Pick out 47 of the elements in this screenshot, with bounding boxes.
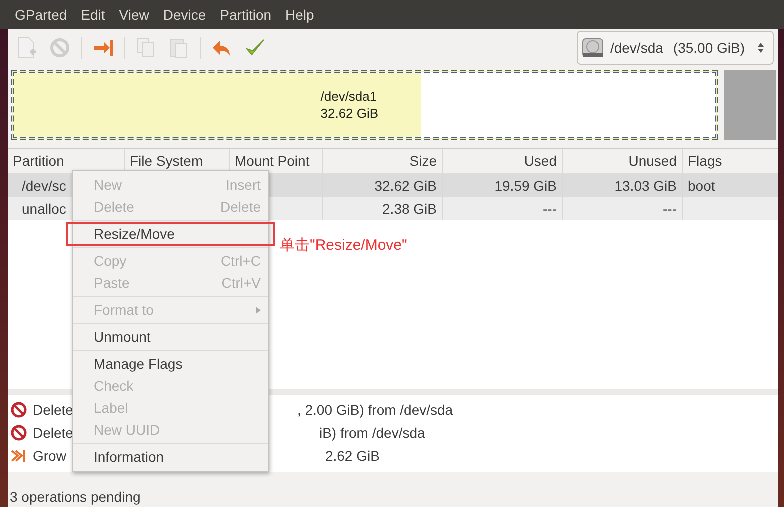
table-cell: 32.62 GiB <box>374 178 437 194</box>
operation-text: Delete <box>33 402 74 418</box>
partition-size: 32.62 GiB <box>320 105 379 122</box>
partition-map[interactable]: /dev/sda1 32.62 GiB <box>11 70 718 140</box>
menu-item[interactable]: Help <box>286 6 314 22</box>
table-cell: --- <box>663 200 677 216</box>
menu-item[interactable]: GParted <box>15 6 68 22</box>
menu-item[interactable]: Information <box>73 446 268 468</box>
copy-icon <box>135 37 157 59</box>
delete-icon <box>49 37 71 59</box>
arrow-to-bar-icon <box>92 37 114 59</box>
menu-item[interactable]: Edit <box>81 6 106 22</box>
operation-text: , 2.00 GiB) from /dev/sda <box>297 402 454 418</box>
table-cell: boot <box>688 178 716 194</box>
menu-item[interactable]: Unmount <box>73 326 268 348</box>
table-cell: 19.59 GiB <box>494 178 557 194</box>
partition-name: /dev/sda1 <box>320 88 378 105</box>
submenu-arrow-icon <box>256 306 261 314</box>
unallocated-block[interactable] <box>724 70 776 140</box>
menu-item[interactable]: Resize/Move <box>67 223 274 245</box>
menu-item[interactable]: Device <box>163 6 206 22</box>
spinner-arrows-icon <box>757 42 765 54</box>
column-header[interactable]: Used <box>443 149 563 173</box>
device-selector[interactable]: /dev/sda (35.00 GiB) <box>577 31 774 65</box>
table-cell: 2.38 GiB <box>382 200 437 216</box>
arrow-to-bar-icon <box>11 448 27 464</box>
operation-text: iB) from /dev/sda <box>319 424 426 440</box>
table-cell: --- <box>543 200 557 216</box>
menu-item[interactable]: Manage Flags <box>73 353 268 375</box>
new-document-icon <box>16 37 38 59</box>
hard-drive-icon <box>582 37 604 59</box>
table-cell: unalloc <box>22 200 66 216</box>
column-header[interactable]: Size <box>323 149 443 173</box>
operation-text: Grow <box>33 448 66 464</box>
status-text: 3 operations pending <box>10 489 141 505</box>
column-header[interactable]: Unused <box>563 149 683 173</box>
delete-icon <box>11 424 27 440</box>
paste-icon <box>168 37 190 59</box>
column-header[interactable]: Flags <box>683 149 778 173</box>
operation-text: 2.62 GiB <box>325 448 380 464</box>
menu-item[interactable]: View <box>119 6 150 22</box>
table-cell: /dev/sc <box>22 178 66 194</box>
delete-icon <box>11 402 27 418</box>
operation-text: Delete <box>33 424 74 440</box>
menu-item[interactable]: Partition <box>220 6 272 22</box>
annotation-text: 单击"Resize/Move" <box>280 236 408 255</box>
table-cell: 13.03 GiB <box>614 178 677 194</box>
